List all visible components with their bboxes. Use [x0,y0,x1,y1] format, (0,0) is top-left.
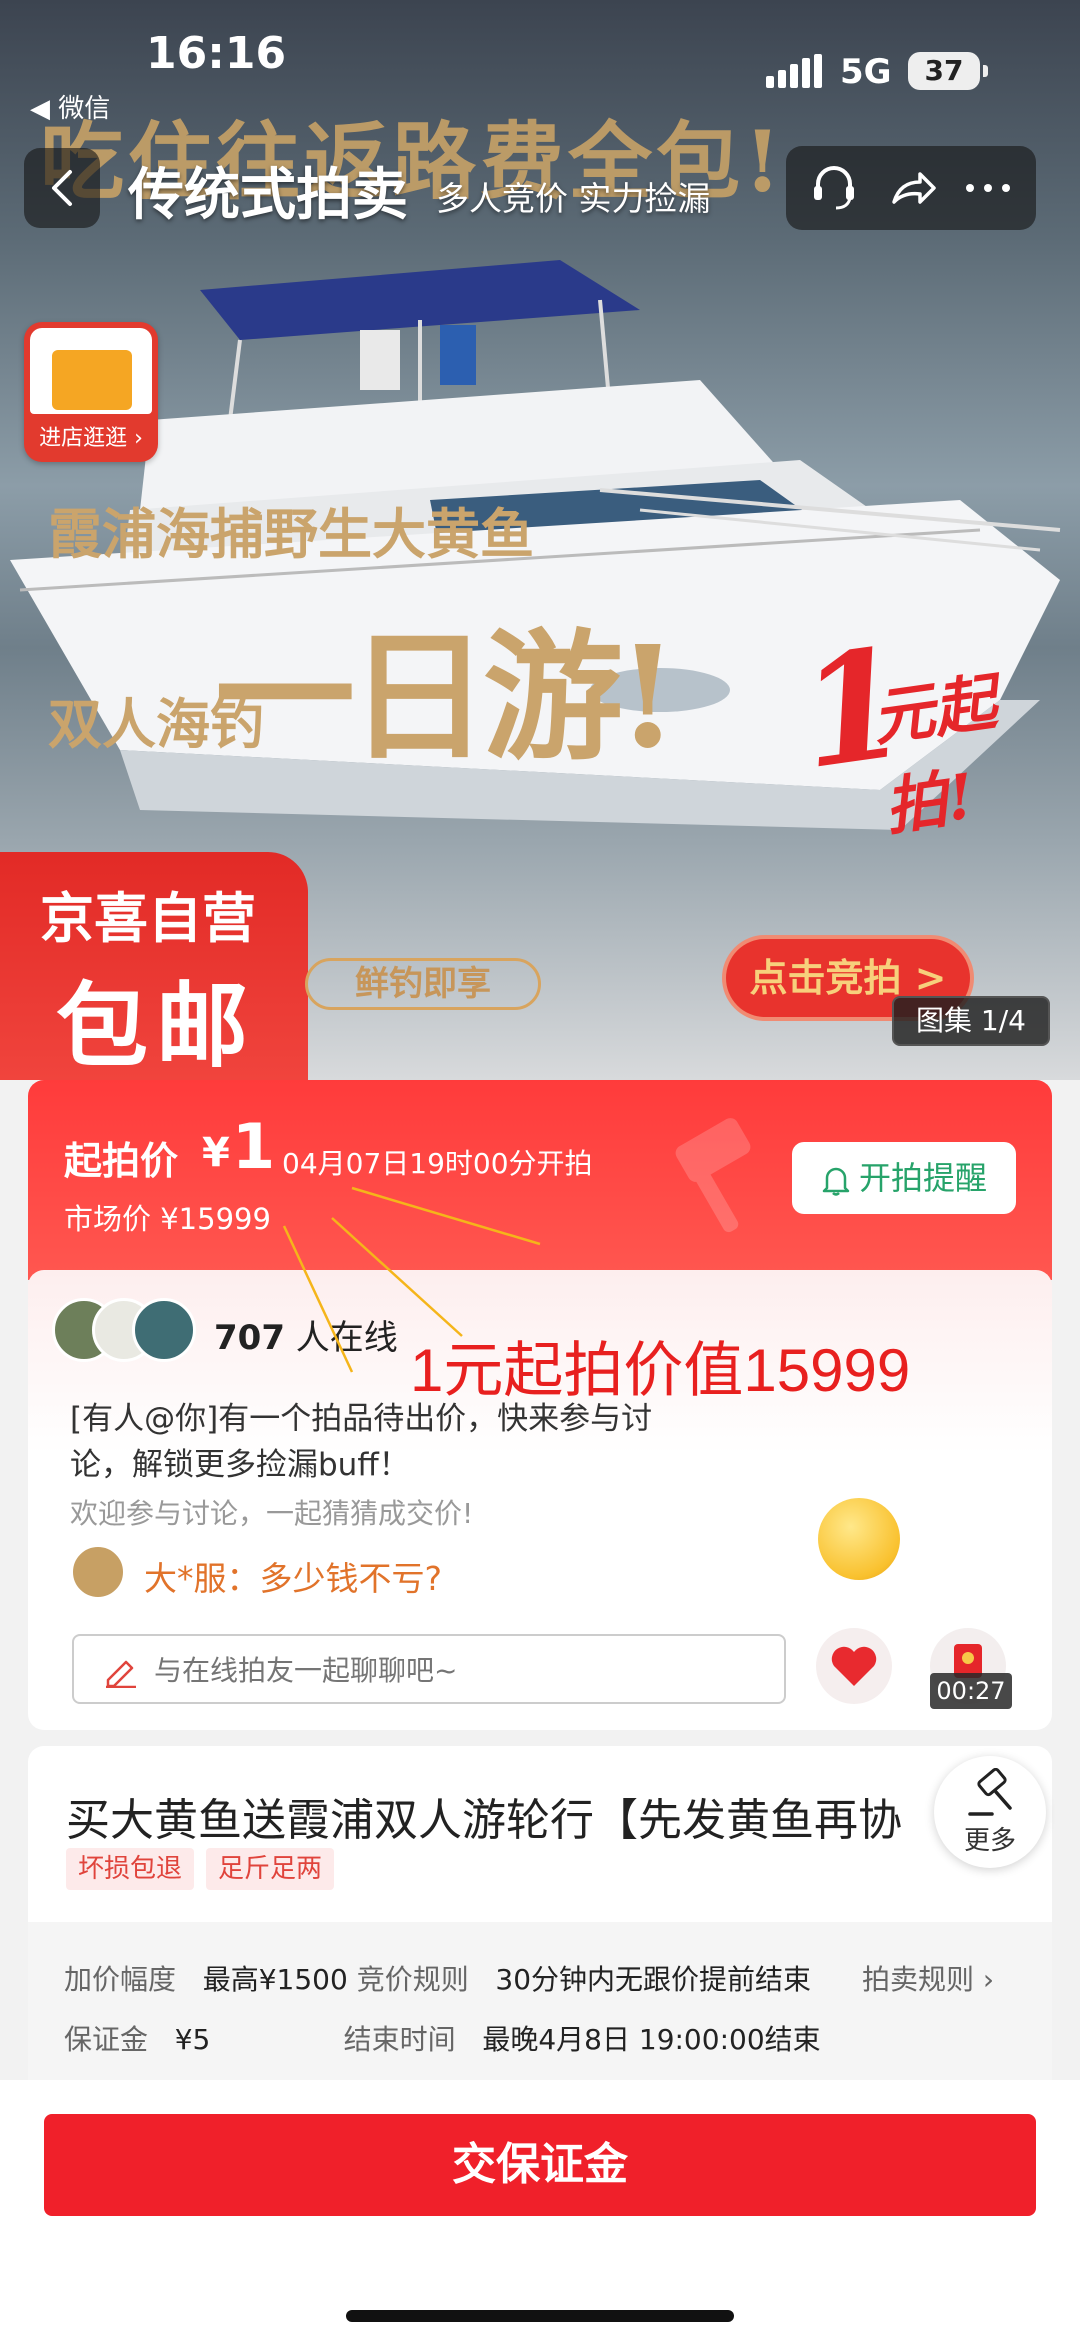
product-tags: 坏损包退 足斤足两 [66,1848,346,1890]
auction-reminder-label: 开拍提醒 [858,1159,987,1197]
hero-headline: 霞浦海捕野生大黄鱼 [48,502,534,566]
shop-logo [30,328,152,414]
pencil-icon [106,1660,136,1688]
bid-rule-label: 竞价规则 [356,1963,469,1996]
increment-value: 最高¥1500 [202,1963,348,1996]
nav-actions [786,146,1036,230]
bell-icon [822,1167,850,1196]
heart-icon [831,1646,877,1686]
bid-rule-value: 30分钟内无跟价提前结束 [495,1963,812,1996]
chat-welcome: 欢迎参与讨论，一起猜猜成交价! [70,1497,474,1530]
auction-reminder-button[interactable]: 开拍提醒 [792,1142,1016,1214]
end-time-value: 最晚4月8日 19:00:00结束 [482,2023,821,2056]
bottom-action-bar: 交保证金 [0,2080,1080,2341]
annotation-text: 1元起拍价值15999 [410,1337,911,1404]
gavel-watermark-icon [675,1118,751,1233]
more-button[interactable]: 更多 [934,1756,1046,1868]
currency-symbol: ¥ [202,1130,230,1176]
back-button[interactable] [24,148,100,228]
status-time: 16:16 [146,28,287,79]
chevron-left-icon [52,170,72,206]
auction-price-card: 起拍价 ¥ 1 04月07日19时00分开拍 市场价 ¥15999 开拍提醒 [28,1080,1052,1280]
shop-entry-badge[interactable]: 进店逛逛 › [24,322,158,462]
pay-deposit-button[interactable]: 交保证金 [44,2114,1036,2216]
starting-price-value: 1 [232,1110,276,1183]
product-tag: 足斤足两 [206,1848,335,1890]
product-tag: 坏损包退 [66,1848,195,1890]
one-yuan-text: 元起拍! [867,665,1001,844]
chat-input-box[interactable] [72,1634,786,1704]
online-avatars [52,1298,202,1368]
customer-service-icon[interactable] [808,162,860,214]
free-shipping-text: 包邮 [56,973,257,1080]
self-operated-badge: 京喜自营 包邮 [0,852,308,1080]
like-button[interactable] [816,1628,892,1704]
one-yuan-badge: 1 元起拍! [789,603,1069,844]
battery-icon: 37 [908,52,988,90]
gallery-counter[interactable]: 图集 1/4 [892,996,1050,1046]
smile-emoji-icon[interactable] [818,1498,900,1580]
avatar [132,1298,196,1362]
page-title: 传统式拍卖 [128,163,408,228]
chat-message: [有人@你]有一个拍品待出价，快来参与讨论，解锁更多捡漏buff！ [70,1401,653,1483]
network-type: 5G [840,52,892,92]
shop-entry-label: 进店逛逛 › [39,426,143,451]
auction-rules-link[interactable]: 拍卖规则 › [862,1958,994,1998]
fresh-catch-pill: 鲜钓即享 [305,958,541,1010]
market-price: 市场价 ¥15999 [64,1202,271,1236]
chat-input[interactable] [154,1646,754,1694]
starting-price-label: 起拍价 [64,1139,179,1183]
rule-row-increment: 加价幅度 最高¥1500 竞价规则 30分钟内无跟价提前结束 [64,1958,811,1998]
page-subtitle: 多人竞价 实力捡漏 [436,179,711,218]
share-icon[interactable] [886,162,938,214]
online-count: 707 人在线 [214,1318,398,1358]
increment-label: 加价幅度 [64,1963,177,1996]
auction-rules: 加价幅度 最高¥1500 竞价规则 30分钟内无跟价提前结束 拍卖规则 › 保证… [28,1922,1052,2082]
gavel-icon [968,1768,1012,1816]
more-label: 更多 [963,1826,1016,1856]
avatar [70,1544,126,1600]
deposit-label: 保证金 [64,2023,149,2056]
signal-icon [766,54,822,88]
end-time-label: 结束时间 [343,2023,456,2056]
more-icon[interactable] [962,162,1014,214]
chat-reply-text: 大*服：多少钱不亏? [144,1559,443,1598]
home-indicator[interactable] [346,2310,734,2322]
gift-timer: 00:27 [930,1673,1012,1709]
rule-row-deposit: 保证金 ¥5 结束时间 最晚4月8日 19:00:00结束 [64,2018,821,2058]
self-operated-text: 京喜自营 [40,887,256,950]
back-to-wechat[interactable]: ◀ 微信 [30,88,110,125]
product-title[interactable]: 买大黄鱼送霞浦双人游轮行【先发黄鱼再协 [66,1784,966,1848]
hero-big-headline: 一日游! [215,616,678,780]
deposit-value: ¥5 [174,2023,211,2056]
auction-start-time: 04月07日19时00分开拍 [282,1147,593,1180]
